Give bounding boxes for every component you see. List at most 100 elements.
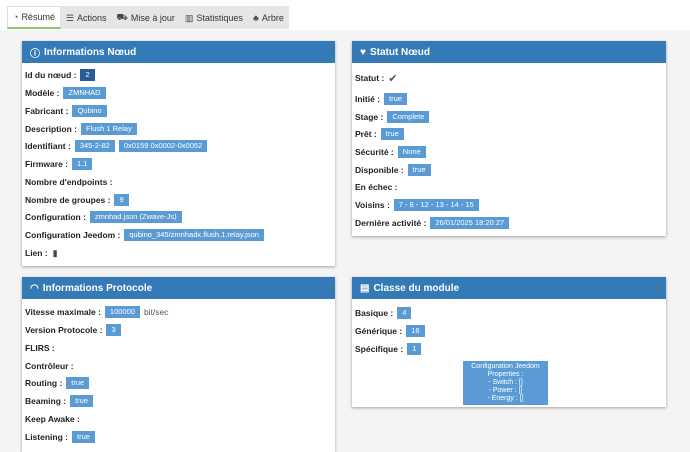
manufacturer-row: Fabricant : Qubino bbox=[25, 105, 107, 117]
module-class-panel: ▤ Classe du module Basique : 4 Générique… bbox=[352, 277, 666, 407]
field-label: Id du nœud : bbox=[25, 70, 77, 80]
description-value: Flush 1 Relay bbox=[80, 123, 137, 135]
tab-label: Actions bbox=[77, 13, 107, 23]
stage-row: Stage : Complete bbox=[355, 111, 430, 123]
neighbors-value: 7 - 8 - 12 - 13 - 14 - 15 bbox=[393, 199, 479, 211]
field-label: Basique : bbox=[355, 308, 394, 318]
model-value: ZMNHAD bbox=[63, 87, 106, 99]
link-row: Lien : ▮ bbox=[25, 247, 58, 259]
field-label: Nombre d'endpoints : bbox=[25, 177, 113, 187]
field-label: Contrôleur : bbox=[25, 361, 74, 371]
tab-label: Résumé bbox=[21, 12, 55, 22]
last-activity-value: 26/01/2025 18:20:27 bbox=[430, 217, 510, 229]
listening-value: true bbox=[71, 431, 95, 443]
field-label: Statut : bbox=[355, 73, 385, 83]
flirs-row: FLIRS : bbox=[25, 342, 55, 354]
basic-class-value: 4 bbox=[397, 307, 412, 319]
field-label: Générique : bbox=[355, 326, 403, 336]
specific-class-row: Spécifique : 1 bbox=[355, 343, 422, 355]
endpoints-row: Nombre d'endpoints : bbox=[25, 176, 113, 188]
field-label: Configuration Jeedom : bbox=[25, 230, 121, 240]
security-row: Sécurité : None bbox=[355, 146, 426, 158]
field-label: Initié : bbox=[355, 94, 381, 104]
config-line: Properties : bbox=[487, 371, 524, 378]
check-icon: ✔ bbox=[388, 72, 398, 85]
list-icon: ☰ bbox=[65, 12, 75, 23]
identifier-value: 345-2-82 bbox=[74, 140, 115, 152]
field-label: Listening : bbox=[25, 432, 68, 442]
tab-mise-a-jour[interactable]: ⛟ Mise à jour bbox=[111, 6, 180, 29]
config-line: - Power : [] bbox=[488, 387, 523, 394]
max-speed-unit: bit/sec bbox=[143, 307, 169, 317]
dashboard-icon: ◔ bbox=[13, 12, 19, 22]
identifier-row: Identifiant : 345-2-82 0x0159 0x0002-0x0… bbox=[25, 140, 208, 152]
controller-row: Contrôleur : bbox=[25, 360, 74, 372]
clipboard-icon: ▤ bbox=[360, 282, 370, 294]
field-label: Lien : bbox=[25, 248, 48, 258]
max-speed-row: Vitesse maximale : 100000 bit/sec bbox=[25, 306, 169, 318]
field-label: Version Protocole : bbox=[25, 325, 103, 335]
config-line: - Energy : [] bbox=[487, 395, 524, 402]
ready-row: Prêt : true bbox=[355, 128, 404, 140]
field-label: FLIRS : bbox=[25, 343, 55, 353]
book-icon[interactable]: ▮ bbox=[53, 248, 58, 259]
heartbeat-icon: ♥ bbox=[360, 46, 366, 58]
tab-statistiques[interactable]: ▥ Statistiques bbox=[179, 6, 248, 29]
panel-title: Classe du module bbox=[373, 282, 460, 294]
field-label: Nombre de groupes : bbox=[25, 195, 111, 205]
manufacturer-value: Qubino bbox=[72, 105, 107, 117]
node-status-panel: ♥ Statut Nœud Statut : ✔ Initié : true S… bbox=[352, 41, 666, 236]
summary-content: ⓘ Informations Nœud Id du nœud : 2 Modèl… bbox=[0, 30, 690, 452]
jeedom-config-row: Configuration Jeedom : qubino_345/zmnhad… bbox=[25, 229, 264, 241]
node-info-header: ⓘ Informations Nœud bbox=[22, 41, 335, 63]
field-label: Sécurité : bbox=[355, 147, 394, 157]
security-value: None bbox=[397, 146, 426, 158]
tab-actions[interactable]: ☰ Actions bbox=[60, 6, 112, 29]
config-line: - Switch : [] bbox=[488, 379, 523, 386]
tab-label: Statistiques bbox=[196, 13, 243, 23]
configuration-value: zmnhad.json (Zwave-Js) bbox=[89, 211, 182, 223]
field-label: Dernière activité : bbox=[355, 218, 427, 228]
tab-bar: ◔ Résumé ☰ Actions ⛟ Mise à jour ▥ Stati… bbox=[7, 6, 289, 29]
beaming-row: Beaming : true bbox=[25, 395, 94, 407]
field-label: Stage : bbox=[355, 112, 384, 122]
tab-arbre[interactable]: ♣ Arbre bbox=[247, 6, 289, 29]
field-label: Disponible : bbox=[355, 165, 404, 175]
module-class-header: ▤ Classe du module bbox=[352, 277, 666, 299]
field-label: En échec : bbox=[355, 182, 398, 192]
basic-class-row: Basique : 4 bbox=[355, 307, 412, 319]
wifi-icon: ◠ bbox=[30, 282, 39, 294]
stage-value: Complete bbox=[387, 111, 430, 123]
field-label: Beaming : bbox=[25, 396, 67, 406]
firmware-row: Firmware : 1.1 bbox=[25, 158, 93, 170]
field-label: Spécifique : bbox=[355, 344, 404, 354]
model-row: Modèle : ZMNHAD bbox=[25, 87, 106, 99]
panel-title: Statut Nœud bbox=[369, 46, 430, 58]
routing-row: Routing : true bbox=[25, 377, 90, 389]
available-row: Disponible : true bbox=[355, 164, 431, 176]
ready-value: true bbox=[380, 128, 404, 140]
specific-class-value: 1 bbox=[407, 343, 422, 355]
node-info-panel: ⓘ Informations Nœud Id du nœud : 2 Modèl… bbox=[22, 41, 335, 266]
info-circle-icon: ⓘ bbox=[30, 48, 40, 60]
max-speed-value: 100000 bbox=[104, 306, 140, 318]
jeedom-config-properties: Configuration Jeedom Properties : - Swit… bbox=[463, 361, 548, 405]
protocol-info-header: ◠ Informations Protocole bbox=[22, 277, 335, 299]
node-status-header: ♥ Statut Nœud bbox=[352, 41, 666, 63]
failed-row: En échec : bbox=[355, 181, 398, 193]
field-label: Keep Awake : bbox=[25, 414, 80, 424]
field-label: Configuration : bbox=[25, 212, 86, 222]
field-label: Description : bbox=[25, 124, 77, 134]
field-label: Firmware : bbox=[25, 159, 68, 169]
listening-row: Listening : true bbox=[25, 431, 95, 443]
field-label: Modèle : bbox=[25, 88, 60, 98]
node-id-row: Id du nœud : 2 bbox=[25, 69, 95, 81]
protocol-version-value: 3 bbox=[106, 324, 121, 336]
tree-icon: ♣ bbox=[252, 13, 259, 23]
protocol-version-row: Version Protocole : 3 bbox=[25, 324, 121, 336]
configuration-row: Configuration : zmnhad.json (Zwave-Js) bbox=[25, 211, 182, 223]
tab-resume[interactable]: ◔ Résumé bbox=[7, 6, 61, 29]
tab-label: Mise à jour bbox=[130, 13, 175, 23]
field-label: Prêt : bbox=[355, 129, 377, 139]
panel-title: Informations Protocole bbox=[42, 282, 153, 294]
